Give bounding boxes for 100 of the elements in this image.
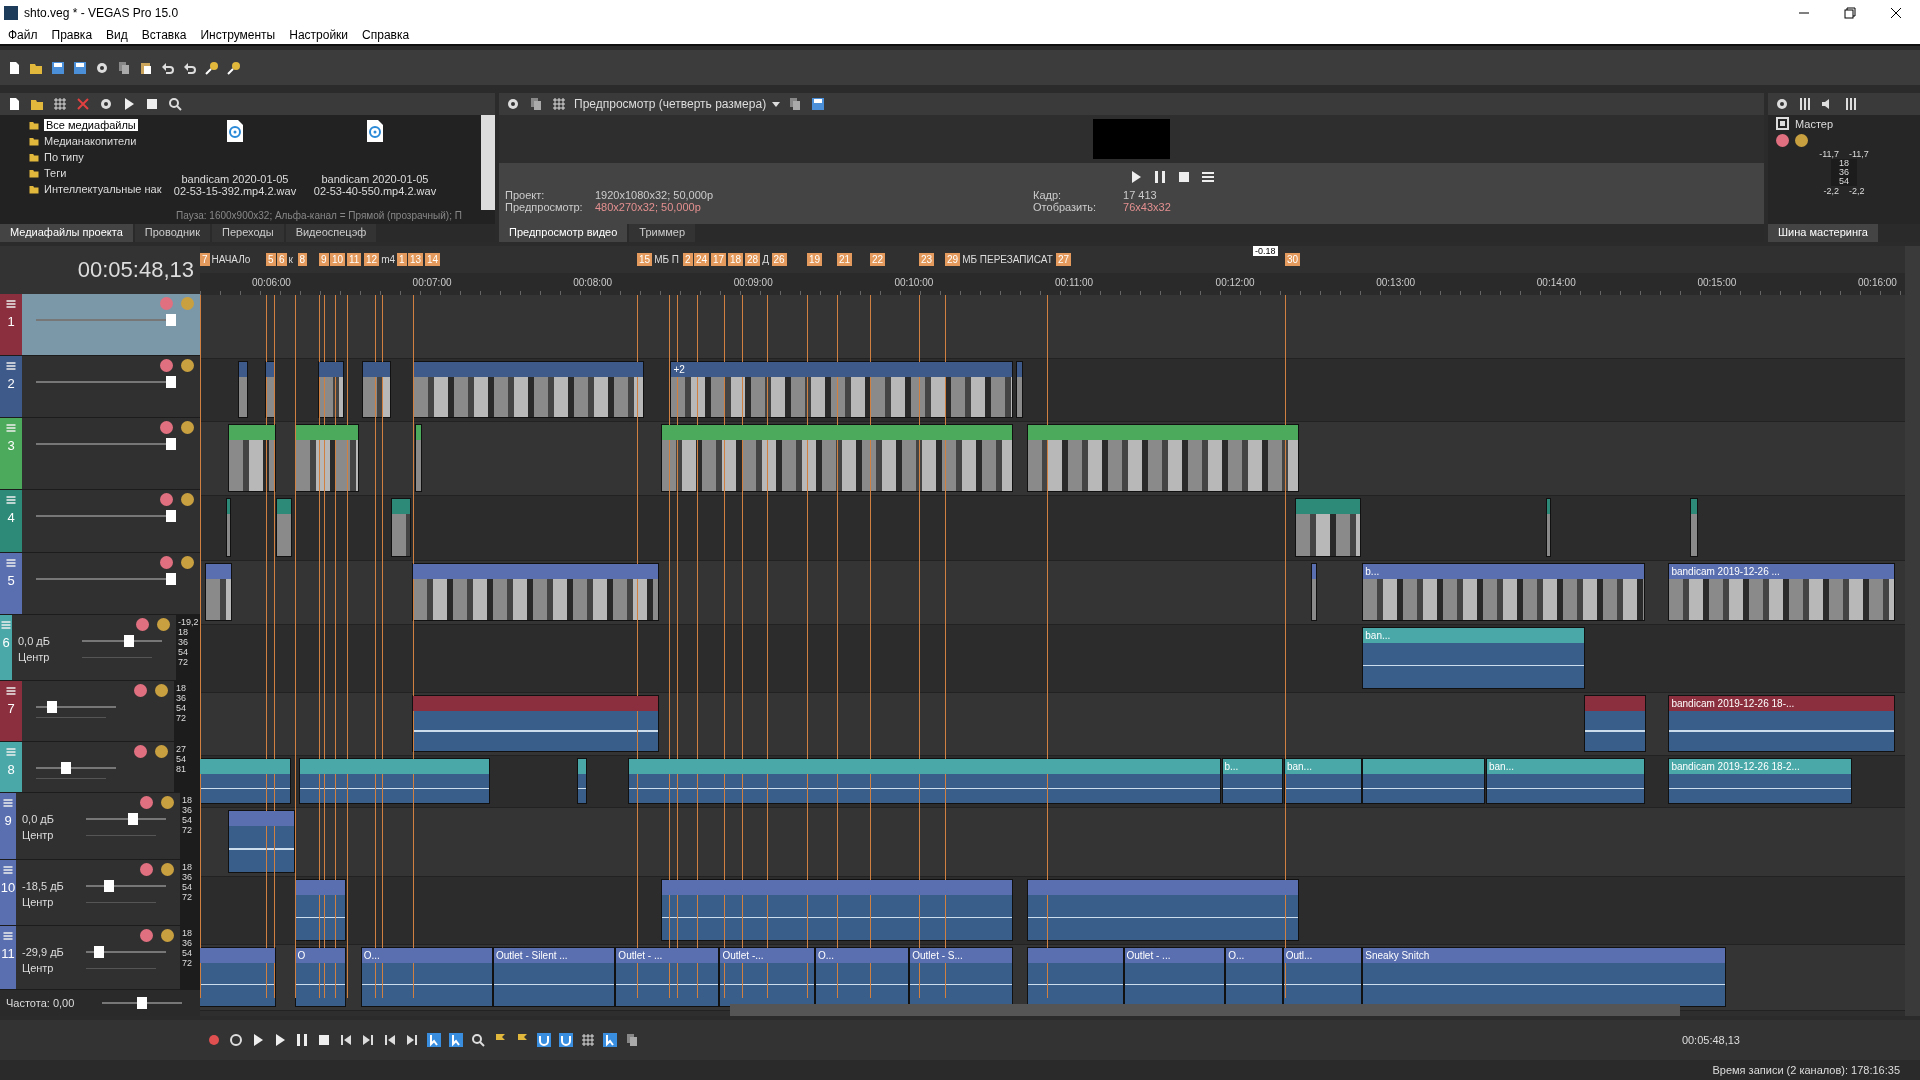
tree-item[interactable]: Медианакопители (44, 135, 137, 148)
solo-icon[interactable] (157, 618, 170, 631)
save-icon[interactable] (72, 59, 88, 76)
menu-icon[interactable] (5, 360, 17, 373)
cursor-icon[interactable] (448, 1032, 464, 1049)
media-clip[interactable] (1690, 498, 1698, 558)
media-clip[interactable] (299, 758, 491, 805)
restore-icon[interactable] (1844, 6, 1856, 19)
track-header[interactable]: 1 (0, 294, 200, 357)
mixer-icon[interactable] (1797, 96, 1813, 113)
loop-icon[interactable] (228, 1032, 244, 1049)
menu-item[interactable]: Файл (8, 27, 38, 42)
solo-icon[interactable] (181, 420, 194, 434)
panel-tab[interactable]: Шина мастеринга (1768, 224, 1878, 243)
media-clip[interactable] (1026, 424, 1299, 493)
mute-icon[interactable] (134, 745, 147, 759)
media-clip[interactable] (1310, 563, 1317, 622)
solo-icon[interactable] (181, 359, 194, 373)
save-icon[interactable] (50, 59, 66, 76)
track-header[interactable]: 9 0,0 дБ Центр 18 36 54 72 (0, 793, 200, 861)
panel-tab[interactable]: Переходы (212, 224, 284, 243)
track-header[interactable]: 8 27 54 81 (0, 742, 200, 793)
media-clip[interactable] (225, 498, 231, 558)
solo-icon[interactable] (181, 555, 194, 569)
media-clip[interactable] (228, 810, 295, 874)
search-icon[interactable] (470, 1032, 486, 1049)
close-icon[interactable] (1890, 6, 1902, 19)
media-clip[interactable]: bandicam 2019-12-26 ... (1668, 563, 1895, 622)
panel-tab[interactable]: Проводник (134, 224, 211, 243)
solo-icon[interactable] (155, 684, 168, 698)
audio-file-icon[interactable] (365, 119, 385, 144)
media-clip[interactable] (238, 361, 248, 419)
cursor-icon[interactable] (426, 1032, 442, 1049)
panel-tab[interactable]: Триммер (629, 224, 696, 243)
menu-item[interactable]: Вид (106, 27, 128, 42)
media-clip[interactable] (317, 361, 344, 419)
mute-icon[interactable] (140, 796, 153, 809)
media-clip[interactable] (200, 947, 277, 1008)
media-clip[interactable] (1294, 498, 1362, 558)
media-clip[interactable] (1026, 879, 1299, 942)
track-header[interactable]: 4 (0, 489, 200, 553)
media-clip[interactable]: O (294, 947, 346, 1008)
solo-icon[interactable] (1795, 134, 1808, 148)
media-clip[interactable] (1546, 498, 1551, 558)
solo-icon[interactable] (161, 929, 174, 943)
menu-item[interactable]: Вставка (141, 27, 187, 42)
time-ruler[interactable]: 00:06:00 00:07:00 00:08:00 00:09:00 00:10:00 00:11:00 00:12:00 00:13:00 00:14:00 00:15:00 00:16:00 (200, 273, 1905, 296)
scrollbar[interactable] (481, 115, 495, 211)
media-clip[interactable] (660, 424, 1014, 493)
grid-icon[interactable] (580, 1032, 596, 1049)
media-clip[interactable] (1362, 758, 1485, 805)
pause-icon[interactable] (294, 1032, 310, 1049)
save-icon[interactable] (810, 96, 827, 113)
horizontal-scrollbar[interactable] (730, 1004, 1680, 1017)
media-clip[interactable] (276, 498, 293, 558)
copy-icon[interactable] (624, 1032, 640, 1049)
cursor-icon[interactable] (602, 1032, 618, 1049)
menu-item[interactable]: Справка (362, 27, 410, 42)
caret-icon[interactable] (772, 101, 781, 107)
menu-icon[interactable] (5, 298, 17, 311)
scrollbar[interactable] (1905, 246, 1920, 1017)
menu-icon[interactable] (5, 685, 17, 698)
solo-icon[interactable] (155, 745, 168, 759)
track-header[interactable]: 3 (0, 417, 200, 490)
media-clip[interactable] (391, 498, 411, 558)
media-clip[interactable]: bandicam 2019-12-26 18-... (1668, 695, 1895, 753)
mute-icon[interactable] (160, 555, 173, 569)
media-clip[interactable] (412, 563, 660, 622)
menu-item[interactable]: Настройки (289, 27, 349, 42)
track-header[interactable]: 7 18 36 54 72 (0, 681, 200, 743)
tree-item[interactable]: Теги (44, 167, 67, 180)
grid-icon[interactable] (52, 96, 68, 113)
media-clip[interactable] (361, 361, 392, 419)
search-icon[interactable] (167, 96, 183, 113)
track-header[interactable]: 2 (0, 356, 200, 418)
magnet-icon[interactable] (536, 1032, 552, 1049)
mute-icon[interactable] (160, 492, 173, 506)
tree-item[interactable]: Интеллектуальные нак (44, 183, 162, 196)
panel-tab[interactable]: Предпросмотр видео (499, 224, 628, 243)
solo-icon[interactable] (161, 863, 174, 877)
track-header[interactable]: 10 -18,5 дБ Центр 18 36 54 72 (0, 860, 200, 927)
menu-item[interactable]: Инструменты (200, 27, 276, 42)
checkbox[interactable] (1776, 117, 1789, 131)
preview-quality-dropdown[interactable]: Предпросмотр (четверть размера) (574, 97, 781, 112)
audio-file-icon[interactable] (225, 119, 245, 144)
media-clip[interactable]: O... (360, 947, 493, 1008)
mute-icon[interactable] (160, 420, 173, 434)
media-clip[interactable] (627, 758, 1222, 805)
mute-icon[interactable] (160, 359, 173, 373)
tree-item[interactable]: Все медиафайлы (44, 119, 138, 132)
mixer-icon[interactable] (1843, 96, 1859, 113)
mute-icon[interactable] (134, 684, 147, 698)
media-clip[interactable] (413, 361, 644, 419)
media-clip[interactable]: Outlet - Silent ... (492, 947, 616, 1008)
media-clip[interactable] (1583, 695, 1647, 753)
mute-icon[interactable] (140, 863, 153, 877)
mute-icon[interactable] (1776, 134, 1789, 148)
media-clip[interactable] (294, 879, 346, 942)
media-clip[interactable] (200, 758, 291, 805)
media-clip[interactable] (205, 563, 233, 622)
